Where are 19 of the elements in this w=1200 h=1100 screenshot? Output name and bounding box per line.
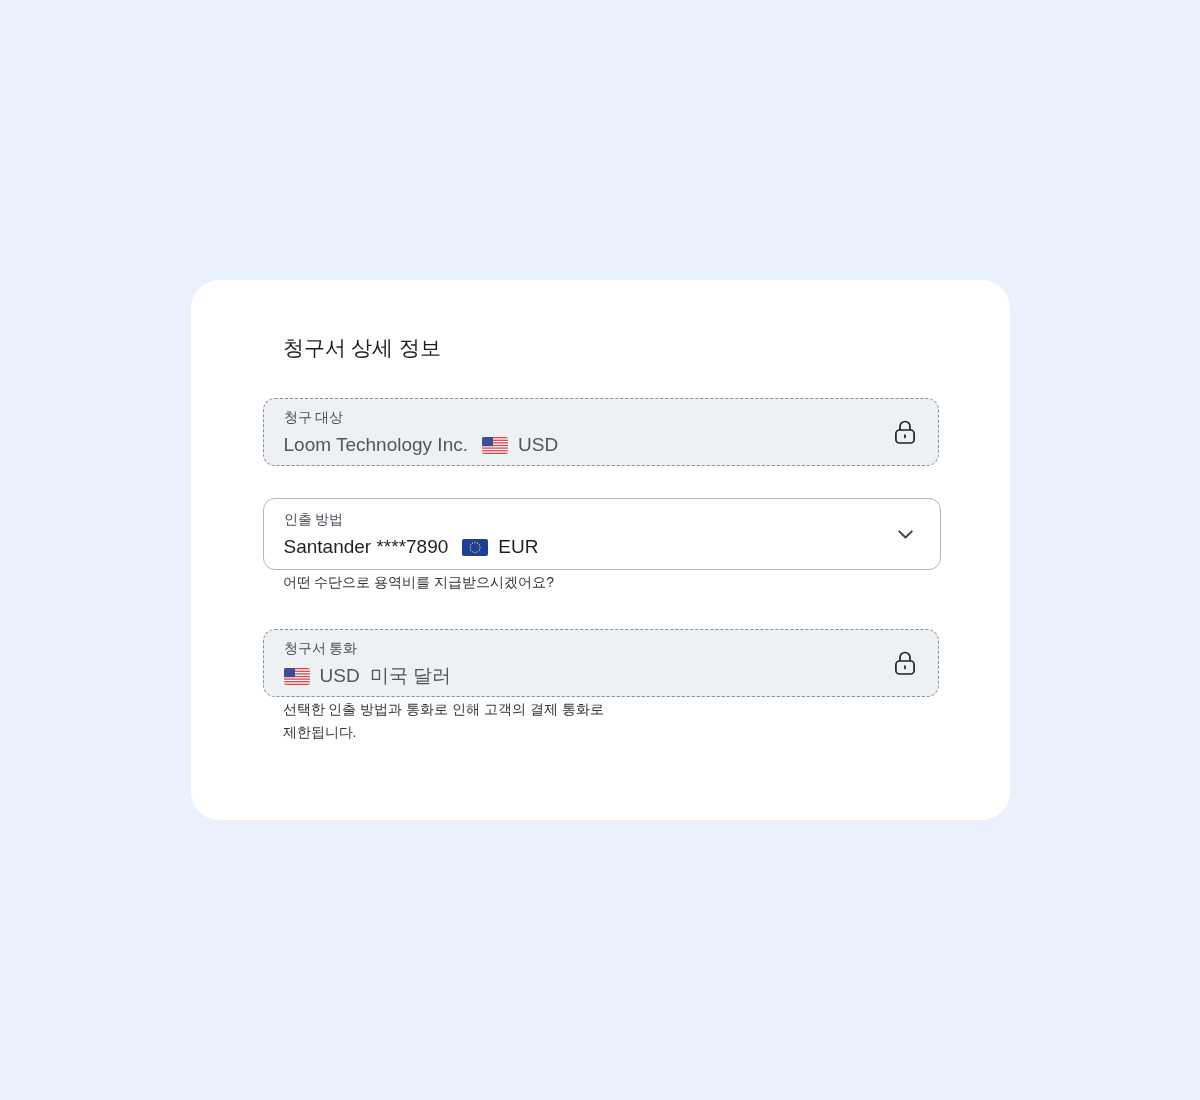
field-value: EUR [498, 535, 539, 559]
select-field[interactable]: 인출 방법 Santander ****7890 EUR [262, 498, 941, 570]
card-title: 청구서 상세 정보 [282, 335, 442, 361]
field-value: USD [518, 433, 559, 457]
field-value: USD [319, 664, 360, 688]
chevron-down-icon [897, 529, 913, 539]
helper-text: 어떤 수단으로 용역비를 지급받으시겠어요? [282, 573, 554, 592]
us-flag-icon [482, 436, 508, 454]
field-value: 미국 달러 [369, 664, 451, 688]
us-flag-icon [283, 667, 310, 685]
lock-icon [893, 420, 916, 444]
field-label: 인출 방법 [283, 510, 344, 529]
helper-text: 선택한 인출 방법과 통화로 인해 고객의 결제 통화로 제한됩니다. [282, 700, 605, 742]
field-value: Loom Technology Inc. [283, 433, 468, 457]
field-label: 청구서 통화 [283, 639, 358, 658]
eu-flag-icon [462, 538, 489, 556]
lock-icon [893, 651, 916, 675]
field-value: Santander ****7890 [283, 535, 449, 559]
field-label: 청구 대상 [283, 408, 344, 427]
